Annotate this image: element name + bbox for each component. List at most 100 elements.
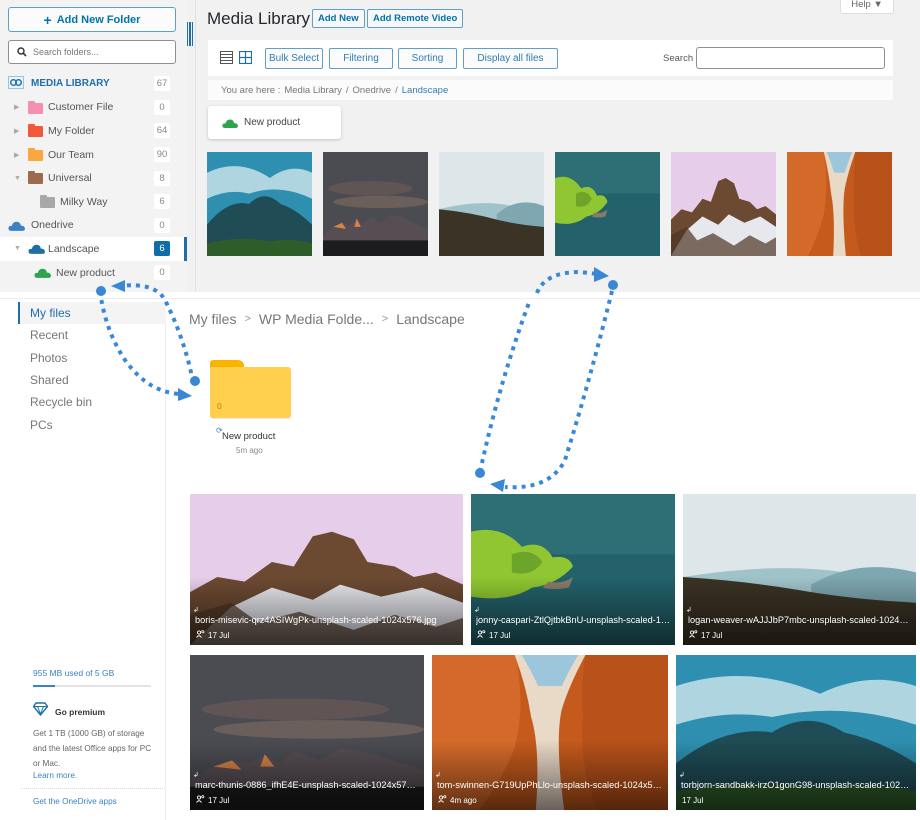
bulk-select-button[interactable]: Bulk Select [265,48,323,69]
help-dropdown-button[interactable]: Help ▼ [840,0,894,14]
folder-icon [40,194,55,208]
composite-screenshot: + Add New Folder MEDIA LIBRARY 67 ▶ Custome… [0,0,920,820]
breadcrumb-prefix: You are here : [221,84,281,96]
shared-people-icon [196,630,205,640]
file-tile[interactable]: ↲ jonny-caspari-ZtlQjtbkBnU-unsplash-sca… [471,494,675,645]
caret-down-icon[interactable]: ▼ [14,245,21,252]
breadcrumb-item[interactable]: My files [189,311,236,327]
media-thumbnail[interactable] [439,152,544,256]
folder-tree-item[interactable]: MEDIA LIBRARY 67 [0,72,187,96]
caret-down-icon[interactable]: ▼ [14,175,21,182]
nav-item-recycle-bin[interactable]: Recycle bin [18,391,166,413]
file-tile[interactable]: ↲ marc-thunis-0886_ifhE4E-unsplash-scale… [190,655,424,810]
sync-status-icon: ↲ [679,772,685,779]
file-name: boris-misevic-qrz4ASIWgPk-unsplash-scale… [195,615,437,625]
caret-right-icon[interactable]: ▶ [14,127,19,135]
folder-tree-label: Universal [48,172,92,185]
folder-tree-item[interactable]: Milky Way 6 [0,190,187,214]
folder-tile[interactable]: 0 [210,360,291,418]
file-tile[interactable]: ↲ boris-misevic-qrz4ASIWgPk-unsplash-sca… [190,494,463,645]
folder-icon [28,124,43,138]
nav-item-pcs[interactable]: PCs [18,414,166,436]
file-meta: 17 Jul [196,630,229,640]
folder-icon [28,100,43,114]
folder-tree-item[interactable]: Onedrive 0 [0,214,187,238]
shared-people-icon [196,795,205,805]
sync-status-icon: ↲ [686,607,692,614]
diamond-icon [33,702,48,716]
get-onedrive-apps-link[interactable]: Get the OneDrive apps [33,797,117,806]
caret-right-icon[interactable]: ▶ [14,103,19,111]
folder-tree-label: Our Team [48,148,94,161]
folder-search-box[interactable] [8,40,176,64]
file-date: 17 Jul [701,630,723,640]
file-meta: 17 Jul [477,630,510,640]
caret-right-icon[interactable]: ▶ [14,151,19,159]
folder-tree: MEDIA LIBRARY 67 ▶ Customer File 0 ▶ My Folder… [0,72,187,284]
folder-name[interactable]: New product [222,431,275,442]
media-toolbar: Bulk Select Filtering Sorting Display al… [208,40,893,76]
wp-media-library-panel: + Add New Folder MEDIA LIBRARY 67 ▶ Custome… [0,0,920,292]
folder-count-badge: 64 [154,123,170,139]
grid-view-icon[interactable] [239,51,252,64]
breadcrumb-item[interactable]: WP Media Folde... [259,311,374,327]
media-thumbnail[interactable] [671,152,776,256]
chevron-right-icon: > [244,313,251,325]
breadcrumb-separator: / [395,84,398,96]
folder-search-input[interactable] [33,47,163,57]
sync-status-icon: ↲ [474,607,480,614]
breadcrumb: You are here : Media Library / Onedrive … [208,80,893,100]
list-view-icon[interactable] [220,51,233,64]
file-date: 4m ago [450,795,477,805]
nav-item-my-files[interactable]: My files [18,302,166,324]
cloud-icon [34,267,51,281]
nav-item-photos[interactable]: Photos [18,347,166,369]
folder-tree-item[interactable]: ▼ Landscape 6 [0,237,187,261]
folder-tree-label: Onedrive [31,219,74,232]
learn-more-link[interactable]: Learn more. [33,771,77,780]
folder-tree-label: Milky Way [60,195,108,208]
media-thumbnail[interactable] [207,152,312,256]
file-date: 17 Jul [682,796,704,805]
storage-usage-link[interactable]: 955 MB used of 5 GB [33,668,114,678]
folder-tree-label: New product [56,266,115,279]
media-thumbnail[interactable] [787,152,892,256]
go-premium-title: Go premium [55,707,106,717]
folder-tree-item[interactable]: ▶ Customer File 0 [0,96,187,120]
sidebar-resize-handle[interactable] [187,22,193,46]
file-tile[interactable]: ↲ torbjorn-sandbakk-irzO1gonG98-unsplash… [676,655,916,810]
breadcrumb-item[interactable]: Onedrive [353,85,392,96]
file-date: 17 Jul [208,630,230,640]
filtering-button[interactable]: Filtering [329,48,393,69]
sync-status-icon: ↲ [193,772,199,779]
folder-count-badge: 90 [154,147,170,163]
folder-tree-item[interactable]: ▶ My Folder 64 [0,119,187,143]
file-tile[interactable]: ↲ logan-weaver-wAJJJbP7mbc-unsplash-scal… [683,494,916,645]
folder-tree-item[interactable]: New product 0 [0,261,187,285]
file-meta: 17 Jul [682,796,703,805]
breadcrumb-item[interactable]: Media Library [284,85,342,96]
nav-item-shared[interactable]: Shared [18,369,166,391]
add-remote-video-button[interactable]: Add Remote Video [367,9,464,28]
file-tile[interactable]: ↲ tom-swinnen-G719UpPhLlo-unsplash-scale… [432,655,668,810]
add-new-button[interactable]: Add New [312,9,365,28]
nav-item-recent[interactable]: Recent [18,324,166,346]
display-all-files-button[interactable]: Display all files [463,48,558,69]
folder-tree-item[interactable]: ▼ Universal 8 [0,166,187,190]
onedrive-panel: My files Recent Photos Shared Recycle bin PCs… [0,298,920,820]
add-new-folder-button[interactable]: + Add New Folder [8,7,176,32]
media-thumbnail[interactable] [555,152,660,256]
chevron-right-icon: > [381,313,389,325]
file-name: tom-swinnen-G719UpPhLlo-unsplash-scaled-… [437,780,664,790]
file-meta: 4m ago [438,795,477,805]
media-search-input[interactable] [696,47,885,69]
sorting-button[interactable]: Sorting [398,48,457,69]
selected-indicator [184,237,187,261]
folder-tree-item[interactable]: ▶ Our Team 90 [0,143,187,167]
plus-icon: + [43,11,52,28]
media-thumbnail[interactable] [323,152,428,256]
subfolder-card[interactable]: New product [208,106,341,139]
breadcrumb-current[interactable]: Landscape [402,85,448,96]
go-premium-text: Get 1 TB (1000 GB) of storage and the la… [33,729,152,768]
cloud-icon [28,243,45,257]
